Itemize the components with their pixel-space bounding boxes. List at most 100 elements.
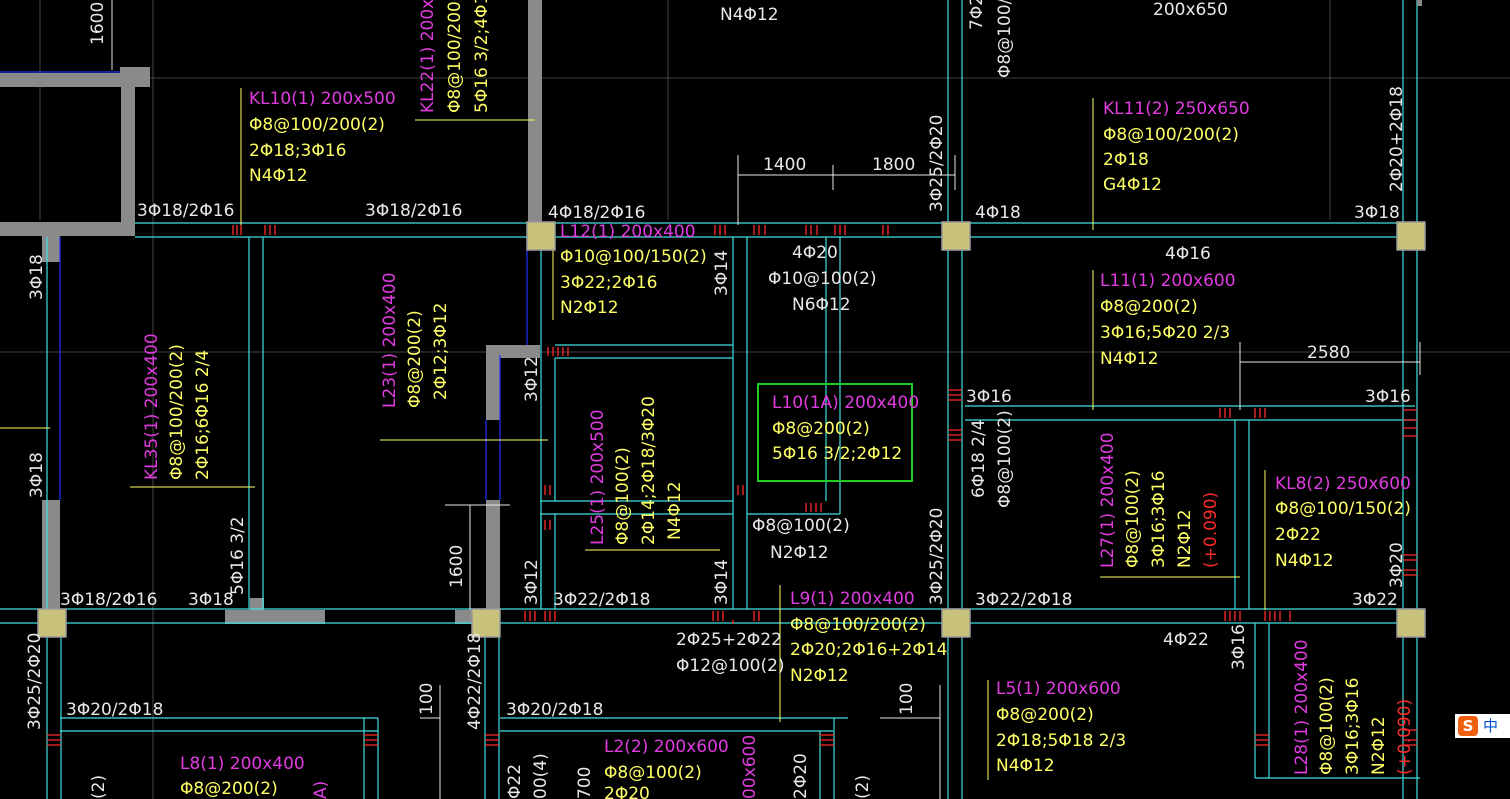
l5-stirrup: Φ8@200(2) <box>996 705 1094 725</box>
kl10-stirrup: Φ8@100/200(2) <box>249 115 385 135</box>
l10-stirrup: Φ8@200(2) <box>772 419 870 439</box>
rebar-v8: 3Φ14 <box>712 559 732 605</box>
ime-mode[interactable]: 中 <box>1483 716 1498 736</box>
edge-e3: 700 <box>575 767 595 799</box>
l12-side: N2Φ12 <box>560 298 619 318</box>
structural-beam-plan: 1600 1400 1800 2580 1600 100 100 KL10(1)… <box>0 0 1510 799</box>
rebar-r11: 3Φ22/2Φ18 <box>553 590 650 610</box>
ime-logo-icon: S <box>1458 716 1478 736</box>
rebar-v5: 3Φ25/2Φ20 <box>927 115 947 212</box>
rebar-r12: 3Φ22/2Φ18 <box>975 590 1072 610</box>
top-size: 200x650 <box>1153 0 1228 20</box>
rebar-v2: 3Φ18 <box>27 452 47 498</box>
top-n4: N4Φ12 <box>720 5 779 25</box>
rebar-v10: 6Φ18 2/4 <box>969 419 989 498</box>
b2-bars: 2Φ25+2Φ22 <box>676 630 782 650</box>
l9-stirrup: Φ8@100/200(2) <box>790 615 926 635</box>
kl22-bars: 5Φ16 3/2;4Φ16 <box>472 0 492 113</box>
kl8-bars: 2Φ22 <box>1275 525 1321 545</box>
l12-stirrup: Φ10@100/150(2) <box>560 247 707 267</box>
l2-label: L2(2) 200x600 <box>604 737 729 757</box>
l28-side: N2Φ12 <box>1369 716 1389 775</box>
kl35-stirrup: Φ8@100/200(2) <box>167 344 187 480</box>
l11-side: N4Φ12 <box>1100 349 1159 369</box>
l2-stirrup: Φ8@100(2) <box>604 763 702 783</box>
l23-label: L23(1) 200x400 <box>380 272 400 408</box>
edge-e4: 00x600 <box>740 735 760 799</box>
rebar-r6: 4Φ16 <box>1165 244 1211 264</box>
edge-e2: 00(4) <box>531 753 551 799</box>
kl22-label: KL22(1) 200x4 <box>418 0 438 113</box>
rebar-v9: 3Φ25/2Φ20 <box>927 508 947 605</box>
kl11-stirrup: Φ8@100/200(2) <box>1103 125 1239 145</box>
rebar-v11: Φ8@100(2) <box>995 410 1015 508</box>
l25-stirrup: Φ8@100(2) <box>613 447 633 545</box>
l9-side: N2Φ12 <box>790 666 849 686</box>
dim-1600-mid: 1600 <box>447 545 467 588</box>
mid-4phi20: 4Φ20 <box>792 243 838 263</box>
kl35-label: KL35(1) 200x400 <box>142 333 162 480</box>
kl8-stirrup: Φ8@100/150(2) <box>1275 499 1411 519</box>
l28-bars: 3Φ16;3Φ16 <box>1343 678 1363 775</box>
l27-label: L27(1) 200x400 <box>1098 432 1118 568</box>
rebar-v15: 3Φ25/2Φ20 <box>25 633 45 730</box>
dim-2580: 2580 <box>1307 343 1350 363</box>
rebar-v1: 3Φ18 <box>27 254 47 300</box>
rebar-r14: 4Φ22 <box>1163 630 1209 650</box>
kl8-label: KL8(2) 250x600 <box>1275 474 1411 494</box>
b2-stirrup: Φ12@100(2) <box>676 656 785 676</box>
dim-100-left: 100 <box>417 683 437 715</box>
l28-stirrup: Φ8@100(2) <box>1317 677 1337 775</box>
rebar-r4: 4Φ18 <box>975 203 1021 223</box>
top-v8: Φ8@100/20 <box>995 0 1015 78</box>
rebar-r8: 3Φ16 <box>1365 387 1411 407</box>
leader-lines <box>0 88 1266 780</box>
kl11-side: G4Φ12 <box>1103 175 1162 195</box>
l9-label: L9(1) 200x400 <box>790 589 915 609</box>
l11-label: L11(1) 200x600 <box>1100 271 1236 291</box>
small-stirrup: Φ8@100(2) <box>752 516 850 536</box>
dim-1400: 1400 <box>763 155 806 175</box>
edge-e5: 2Φ20 <box>791 753 811 799</box>
kl22-stirrup: Φ8@100/200(2 <box>445 0 465 113</box>
l25-side: N4Φ12 <box>665 481 685 540</box>
l27-bars: 3Φ16;3Φ16 <box>1149 471 1169 568</box>
l9-bars: 2Φ20;2Φ16+2Φ14 <box>790 640 947 660</box>
rebar-r16: 3Φ20/2Φ18 <box>506 700 603 720</box>
rebar-v12: 5Φ16 3/2 <box>228 516 248 595</box>
kl8-side: N4Φ12 <box>1275 551 1334 571</box>
rebar-r10: 3Φ18 <box>188 590 234 610</box>
mid-side: N6Φ12 <box>792 295 851 315</box>
l27-side: N2Φ12 <box>1175 509 1195 568</box>
dim-100-right: 100 <box>897 683 917 715</box>
rebar-r13: 3Φ22 <box>1352 590 1398 610</box>
rebar-r5: 3Φ18 <box>1354 203 1400 223</box>
rebar-v4: 3Φ12 <box>522 356 542 402</box>
rebar-v13: 3Φ20 <box>1387 542 1407 588</box>
l5-bars: 2Φ18;5Φ18 2/3 <box>996 731 1126 751</box>
top-v7: 7Φ2 <box>967 0 987 30</box>
l10-label: L10(1A) 200x400 <box>772 393 919 413</box>
rebar-r15: 3Φ20/2Φ18 <box>66 700 163 720</box>
l28-elevation: (+0.090) <box>1395 699 1415 775</box>
edge-e6: (2) <box>89 775 109 799</box>
dim-1800: 1800 <box>872 155 915 175</box>
l10-bars: 5Φ16 3/2;2Φ12 <box>772 444 902 464</box>
l12-bars: 3Φ22;2Φ16 <box>560 273 657 293</box>
l11-bars: 3Φ16;5Φ20 2/3 <box>1100 323 1230 343</box>
ime-indicator[interactable]: S 中 <box>1455 714 1510 738</box>
rebar-v6: 2Φ20+2Φ18 <box>1387 86 1407 192</box>
rebar-v7: 3Φ12 <box>522 559 542 605</box>
dim-1600-top: 1600 <box>88 2 108 45</box>
l23-stirrup: Φ8@200(2) <box>405 310 425 408</box>
l27-stirrup: Φ8@100(2) <box>1123 470 1143 568</box>
kl11-bars: 2Φ18 <box>1103 150 1149 170</box>
l25-label: L25(1) 200x500 <box>588 409 608 545</box>
rebar-v16: 4Φ22/2Φ18 <box>465 633 485 730</box>
rebar-r1: 3Φ18/2Φ16 <box>137 201 234 221</box>
l8-label: L8(1) 200x400 <box>180 754 305 774</box>
l28-label: L28(1) 200x400 <box>1292 639 1312 775</box>
mid-stirrup: Φ10@100(2) <box>768 269 877 289</box>
l5-side: N4Φ12 <box>996 756 1055 776</box>
axis-lines <box>0 0 1510 799</box>
